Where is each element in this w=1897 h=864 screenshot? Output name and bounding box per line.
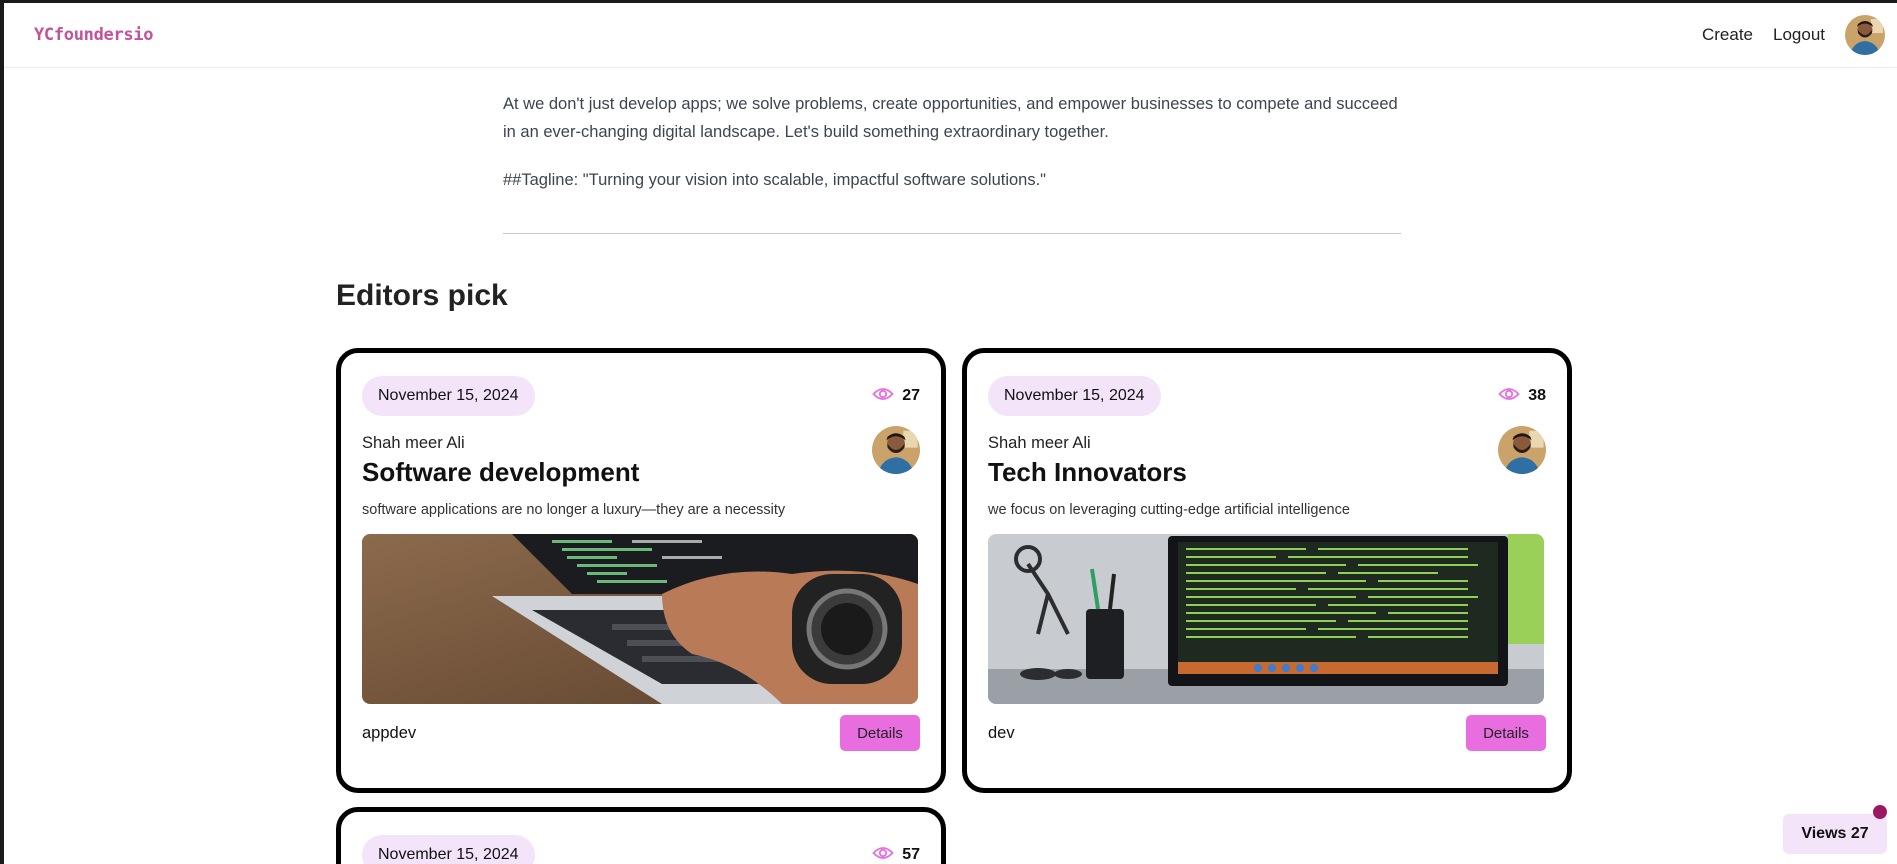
card-top: November 15, 2024 38: [988, 376, 1546, 416]
startup-description: At we don't just develop apps; we solve …: [503, 90, 1403, 194]
user-avatar[interactable]: [1845, 15, 1885, 55]
logo[interactable]: YCfoundersio: [34, 25, 154, 45]
startup-card: November 15, 2024 38 Shah meer Ali Tech …: [962, 348, 1572, 793]
divider: [503, 233, 1401, 234]
views-count: 38: [1498, 386, 1546, 407]
views-number: 57: [902, 846, 920, 863]
card-bottom: dev Details: [988, 715, 1546, 751]
views-number: 38: [1528, 387, 1546, 404]
views-count: 57: [872, 845, 920, 864]
author-name[interactable]: Shah meer Ali: [988, 434, 1187, 453]
description-paragraph: At we don't just develop apps; we solve …: [503, 95, 1398, 141]
startup-card: November 15, 2024 57: [336, 807, 946, 864]
eye-icon: [872, 386, 894, 407]
details-button[interactable]: Details: [1466, 715, 1546, 751]
card-image[interactable]: [362, 534, 918, 704]
date-pill: November 15, 2024: [362, 376, 535, 416]
author-avatar[interactable]: [1498, 426, 1546, 474]
author-row: Shah meer Ali Tech Innovators: [988, 426, 1546, 488]
eye-icon: [872, 845, 894, 864]
category-label[interactable]: dev: [988, 724, 1015, 743]
card-description: software applications are no longer a lu…: [362, 502, 786, 518]
ping-indicator: [1873, 805, 1887, 819]
date-pill: November 15, 2024: [362, 835, 535, 864]
author-row: Shah meer Ali Software development: [362, 426, 920, 488]
author-avatar[interactable]: [872, 426, 920, 474]
views-badge: Views 27: [1783, 814, 1887, 854]
window-left-border: [0, 0, 4, 864]
card-image[interactable]: [988, 534, 1544, 704]
card-top: November 15, 2024 57: [362, 835, 920, 864]
card-title[interactable]: Tech Innovators: [988, 457, 1187, 488]
logout-link[interactable]: Logout: [1773, 25, 1825, 45]
author-name[interactable]: Shah meer Ali: [362, 434, 639, 453]
views-count: 27: [872, 386, 920, 407]
startup-card: November 15, 2024 27 Shah meer Ali Softw…: [336, 348, 946, 793]
nav-right: Create Logout: [1702, 15, 1885, 55]
description-tagline: ##Tagline: "Turning your vision into sca…: [503, 171, 1047, 189]
details-button[interactable]: Details: [840, 715, 920, 751]
section-title: Editors pick: [336, 279, 508, 312]
card-description: we focus on leveraging cutting-edge arti…: [988, 502, 1350, 518]
views-number: 27: [902, 387, 920, 404]
navbar: YCfoundersio Create Logout: [4, 3, 1897, 68]
date-pill: November 15, 2024: [988, 376, 1161, 416]
card-title[interactable]: Software development: [362, 457, 639, 488]
category-label[interactable]: appdev: [362, 724, 416, 743]
card-bottom: appdev Details: [362, 715, 920, 751]
card-top: November 15, 2024 27: [362, 376, 920, 416]
create-link[interactable]: Create: [1702, 25, 1753, 45]
eye-icon: [1498, 386, 1520, 407]
